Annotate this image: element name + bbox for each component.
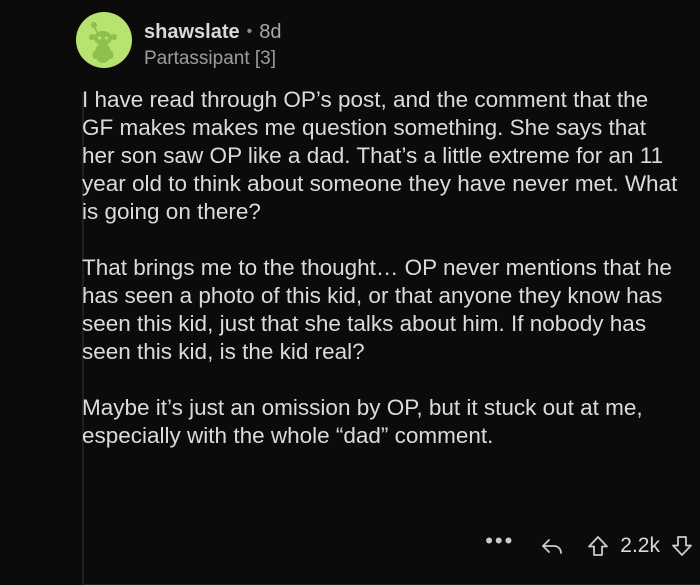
snoo-avatar-icon xyxy=(89,22,117,63)
comment-paragraph: That brings me to the thought… OP never … xyxy=(82,255,672,364)
upvote-icon xyxy=(588,536,609,556)
downvote-icon xyxy=(672,536,692,556)
comment-paragraph: I have read through OP’s post, and the c… xyxy=(82,87,678,224)
downvote-button[interactable] xyxy=(670,534,694,558)
comment-age: 8d xyxy=(259,21,282,43)
reply-icon xyxy=(542,539,563,554)
comment-body: I have read through OP’s post, and the c… xyxy=(82,86,682,478)
upvote-button[interactable] xyxy=(586,534,610,558)
comment-paragraph: Maybe it’s just an omission by OP, but i… xyxy=(82,395,643,448)
reply-button[interactable] xyxy=(540,534,564,558)
avatar[interactable] xyxy=(76,12,132,68)
comment-header: shawslate • 8d Partassipant [3] xyxy=(76,12,476,72)
more-options-button[interactable]: ••• xyxy=(485,530,514,556)
comment-actions: ••• 2.2k xyxy=(485,530,694,560)
comment-meta: shawslate • 8d Partassipant [3] xyxy=(144,20,281,70)
user-flair: Partassipant [3] xyxy=(144,48,277,69)
vote-score: 2.2k xyxy=(620,534,660,557)
meta-separator: • xyxy=(246,23,253,40)
username-link[interactable]: shawslate xyxy=(144,20,240,44)
